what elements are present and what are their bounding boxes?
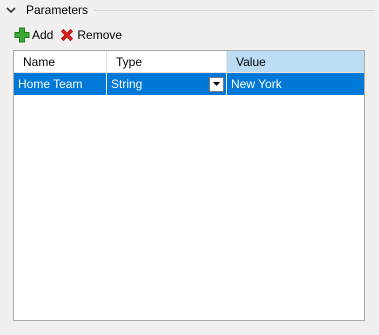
type-dropdown-button[interactable] bbox=[209, 76, 224, 92]
column-header-type[interactable]: Type bbox=[107, 51, 227, 73]
group-divider bbox=[94, 10, 375, 11]
parameters-group-header[interactable]: Parameters bbox=[4, 2, 375, 18]
cell-value[interactable]: New York bbox=[227, 73, 364, 95]
remove-button[interactable]: Remove bbox=[59, 27, 122, 43]
table-row[interactable]: Home Team String New York bbox=[14, 73, 364, 95]
parameters-toolbar: Add Remove bbox=[14, 26, 128, 44]
chevron-down-icon[interactable] bbox=[4, 3, 18, 17]
cell-name[interactable]: Home Team bbox=[14, 73, 107, 95]
parameters-grid[interactable]: Name Type Value Home Team String New Yor… bbox=[13, 50, 365, 321]
column-header-value[interactable]: Value bbox=[227, 51, 364, 73]
cell-type-value: String bbox=[111, 77, 143, 91]
add-button[interactable]: Add bbox=[14, 27, 53, 43]
column-header-name[interactable]: Name bbox=[14, 51, 107, 73]
chevron-down-icon bbox=[213, 82, 220, 86]
plus-icon bbox=[14, 27, 30, 43]
remove-label: Remove bbox=[77, 28, 123, 42]
group-title: Parameters bbox=[26, 3, 89, 17]
red-x-icon bbox=[59, 27, 75, 43]
grid-header-row: Name Type Value bbox=[14, 51, 364, 73]
add-label: Add bbox=[32, 28, 54, 42]
cell-type[interactable]: String bbox=[107, 73, 227, 95]
